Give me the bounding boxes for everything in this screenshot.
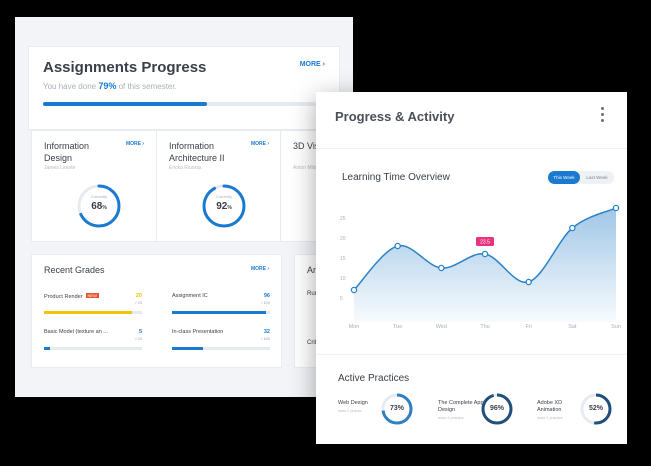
grade-item[interactable]: Basic Model (texture an ... 5 / 20 <box>44 329 142 359</box>
chart-data-point[interactable] <box>438 264 445 272</box>
new-badge: NEW <box>85 293 99 298</box>
grade-name: Basic Model (texture an ... <box>44 329 108 335</box>
recent-grades-title: Recent Grades <box>44 265 105 275</box>
grade-bar-fill <box>172 311 267 314</box>
x-tick-label: Fri <box>525 324 531 330</box>
chart-data-point[interactable] <box>350 286 358 294</box>
sub-prefix: You have done <box>43 82 99 91</box>
last-week-button[interactable]: Last Week <box>580 171 614 184</box>
sub-suffix: of this semester. <box>116 82 177 91</box>
assignments-progress-subtitle: You have done 79% of this semester. <box>43 81 177 91</box>
more-options-icon[interactable] <box>599 106 607 124</box>
practice-value: 52% <box>588 405 603 412</box>
learning-time-chart: 5 10 15 20 25 Mon Tue Wed Thu Fri Sat Sun 23.5 <box>340 204 621 330</box>
practice-sub: www 2 practic <box>338 409 362 413</box>
menu-dot <box>601 107 604 110</box>
assignments-progress-title: Assignments Progress <box>43 59 207 76</box>
practice-item[interactable]: Web Design www 2 practic 73% <box>338 392 430 432</box>
y-tick-label: 20 <box>340 236 346 242</box>
unit: % <box>102 205 107 211</box>
grade-bar <box>44 347 142 350</box>
course-progress-value: 68% <box>74 201 124 212</box>
grade-name: Product Render NEW <box>44 293 99 300</box>
grade-total: / 20 <box>135 336 142 341</box>
x-tick-label: Tue <box>393 324 402 330</box>
assignments-more-link[interactable]: MORE › <box>300 61 325 68</box>
menu-dot <box>601 113 604 116</box>
y-tick-label: 15 <box>340 256 346 262</box>
y-tick-label: 10 <box>340 276 346 282</box>
practice-item[interactable]: Adobe XD Animation www 1 practice 52% <box>537 392 627 432</box>
grade-bar-fill <box>44 347 50 350</box>
course-title: Information Design <box>44 141 90 163</box>
grade-name: Assignment IC <box>172 293 208 299</box>
chart-data-point[interactable] <box>612 204 620 212</box>
progress-activity-title: Progress & Activity <box>335 109 455 124</box>
grade-bar <box>44 311 142 314</box>
assignments-progress-card: Assignments Progress MORE › You have don… <box>28 46 340 130</box>
grade-name-text: Product Render <box>44 294 83 300</box>
grade-item[interactable]: In-class Presentation 32 / 100 <box>172 329 270 359</box>
y-tick-label: 5 <box>340 296 343 302</box>
course-progress-value: 92% <box>199 201 249 212</box>
chart-data-point[interactable] <box>569 224 576 232</box>
course-ring-label: Currently <box>90 194 108 199</box>
x-tick-label: Sun <box>611 324 621 330</box>
this-week-button[interactable]: This Week <box>548 171 580 184</box>
course-instructor: James Lirante <box>44 165 76 171</box>
recent-grades-more-link[interactable]: MORE › <box>251 266 269 272</box>
learning-time-title: Learning Time Overview <box>342 172 450 183</box>
course-instructor: Ericka Riuoras <box>169 165 202 171</box>
grade-total: / 100 <box>261 300 270 305</box>
grade-bar <box>172 311 270 314</box>
grade-item[interactable]: Assignment IC 96 / 100 <box>172 293 270 323</box>
course-title: Information Architecture II <box>169 141 225 163</box>
value: 92 <box>216 201 228 212</box>
practice-item[interactable]: The Complete App Design www 4 practics 9… <box>438 392 530 432</box>
practice-value: 73% <box>389 405 404 412</box>
recent-grades-card: Recent Grades MORE › Product Render NEW 2… <box>31 254 282 368</box>
grade-item[interactable]: Product Render NEW 20 / 20 <box>44 293 142 323</box>
grade-score: 5 <box>138 329 142 335</box>
grade-score: 20 <box>135 293 142 299</box>
x-tick-label: Wed <box>436 324 447 330</box>
course-more-link[interactable]: MORE › <box>251 141 269 147</box>
chart-data-point[interactable] <box>394 242 401 250</box>
progress-activity-panel: Progress & Activity Learning Time Overvi… <box>316 92 627 444</box>
chart-data-point[interactable] <box>525 278 532 286</box>
course-card-information-design[interactable]: Information Design MORE › James Lirante … <box>31 130 157 242</box>
grade-total: / 100 <box>261 336 270 341</box>
active-practices-title: Active Practices <box>338 373 410 384</box>
practice-value: 96% <box>489 405 504 412</box>
grade-name: In-class Presentation <box>172 329 224 335</box>
grade-total: / 20 <box>135 300 142 305</box>
assignments-dashboard-panel: Assignments Progress MORE › You have don… <box>15 17 353 397</box>
value: 68 <box>91 201 103 212</box>
practice-sub: www 4 practics <box>438 416 464 420</box>
x-tick-label: Thu <box>480 324 489 330</box>
assignments-progress-bar <box>43 102 325 106</box>
unit: % <box>227 205 232 211</box>
week-toggle: This Week Last Week <box>548 171 614 184</box>
course-more-link[interactable]: MORE › <box>126 141 144 147</box>
grade-bar-fill <box>44 311 133 314</box>
x-tick-label: Mon <box>349 324 360 330</box>
course-instructor: Anton Mila <box>293 165 317 171</box>
course-ring-label: Currently <box>215 194 233 199</box>
assignments-progress-fill <box>43 102 207 106</box>
course-card-information-architecture[interactable]: Information Architecture II MORE › Erick… <box>156 130 282 242</box>
x-tick-label: Sat <box>568 324 577 330</box>
grade-score: 32 <box>263 329 270 335</box>
y-tick-label: 25 <box>340 216 346 222</box>
highlight-tooltip-label: 23.5 <box>480 240 490 246</box>
menu-dot <box>601 119 604 122</box>
assignments-percent: 79 <box>98 81 109 91</box>
practice-sub: www 1 practice <box>537 416 563 420</box>
grade-score: 96 <box>263 293 270 299</box>
chart-data-point[interactable] <box>481 250 489 258</box>
grade-bar <box>172 347 270 350</box>
grade-bar-fill <box>172 347 204 350</box>
